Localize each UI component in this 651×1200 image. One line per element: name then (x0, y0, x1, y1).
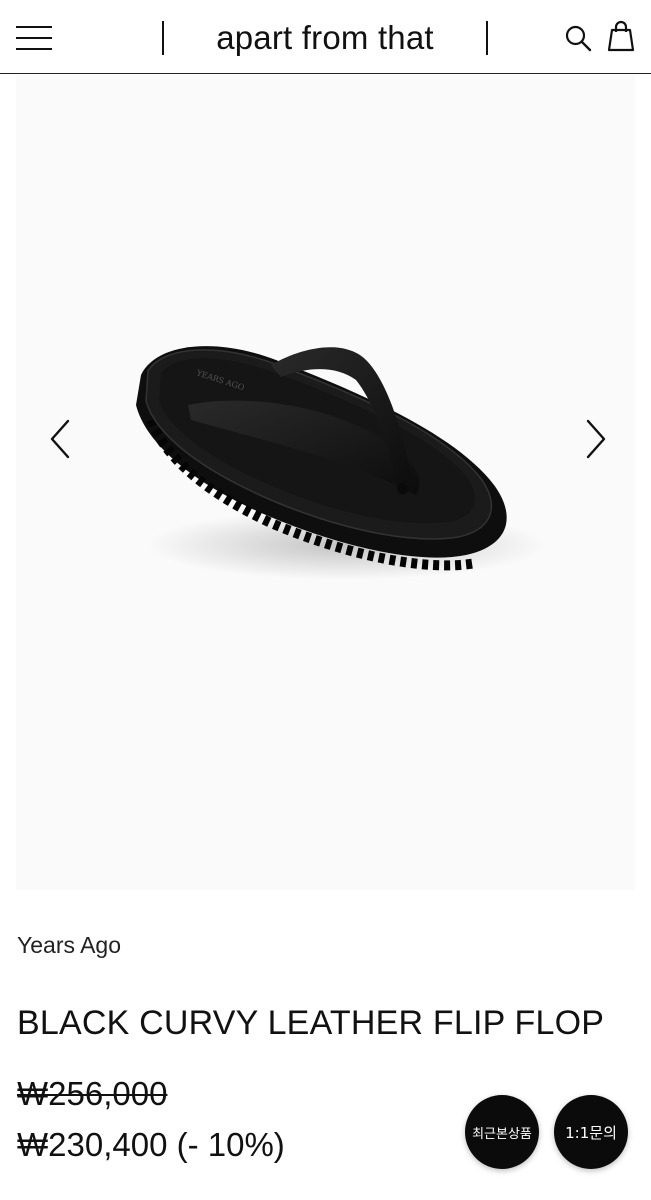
shopping-bag-icon[interactable] (606, 20, 636, 52)
chevron-right-icon[interactable] (576, 409, 616, 469)
product-brand[interactable]: Years Ago (17, 932, 121, 959)
sale-price: ₩230,400 (- 10%) (17, 1126, 285, 1163)
header-divider-left (162, 21, 164, 55)
menu-line (16, 37, 52, 39)
sandal-product-image: YEARS AGO (136, 346, 546, 580)
product-title: BLACK CURVY LEATHER FLIP FLOP (17, 1004, 605, 1042)
site-logo[interactable]: apart from that (166, 16, 484, 60)
menu-line (16, 48, 52, 50)
header: apart from that (0, 0, 651, 74)
header-divider-right (486, 21, 488, 55)
original-price: ₩256,000 (17, 1075, 168, 1112)
hamburger-menu-icon[interactable] (16, 26, 52, 52)
inquiry-button[interactable]: 1:1문의 (554, 1095, 628, 1169)
recently-viewed-button[interactable]: 최근본상품 (465, 1095, 539, 1169)
chevron-left-icon[interactable] (40, 409, 80, 469)
menu-line (16, 26, 52, 28)
product-gallery[interactable]: YEARS AGO (16, 75, 635, 890)
search-icon[interactable] (564, 24, 592, 52)
